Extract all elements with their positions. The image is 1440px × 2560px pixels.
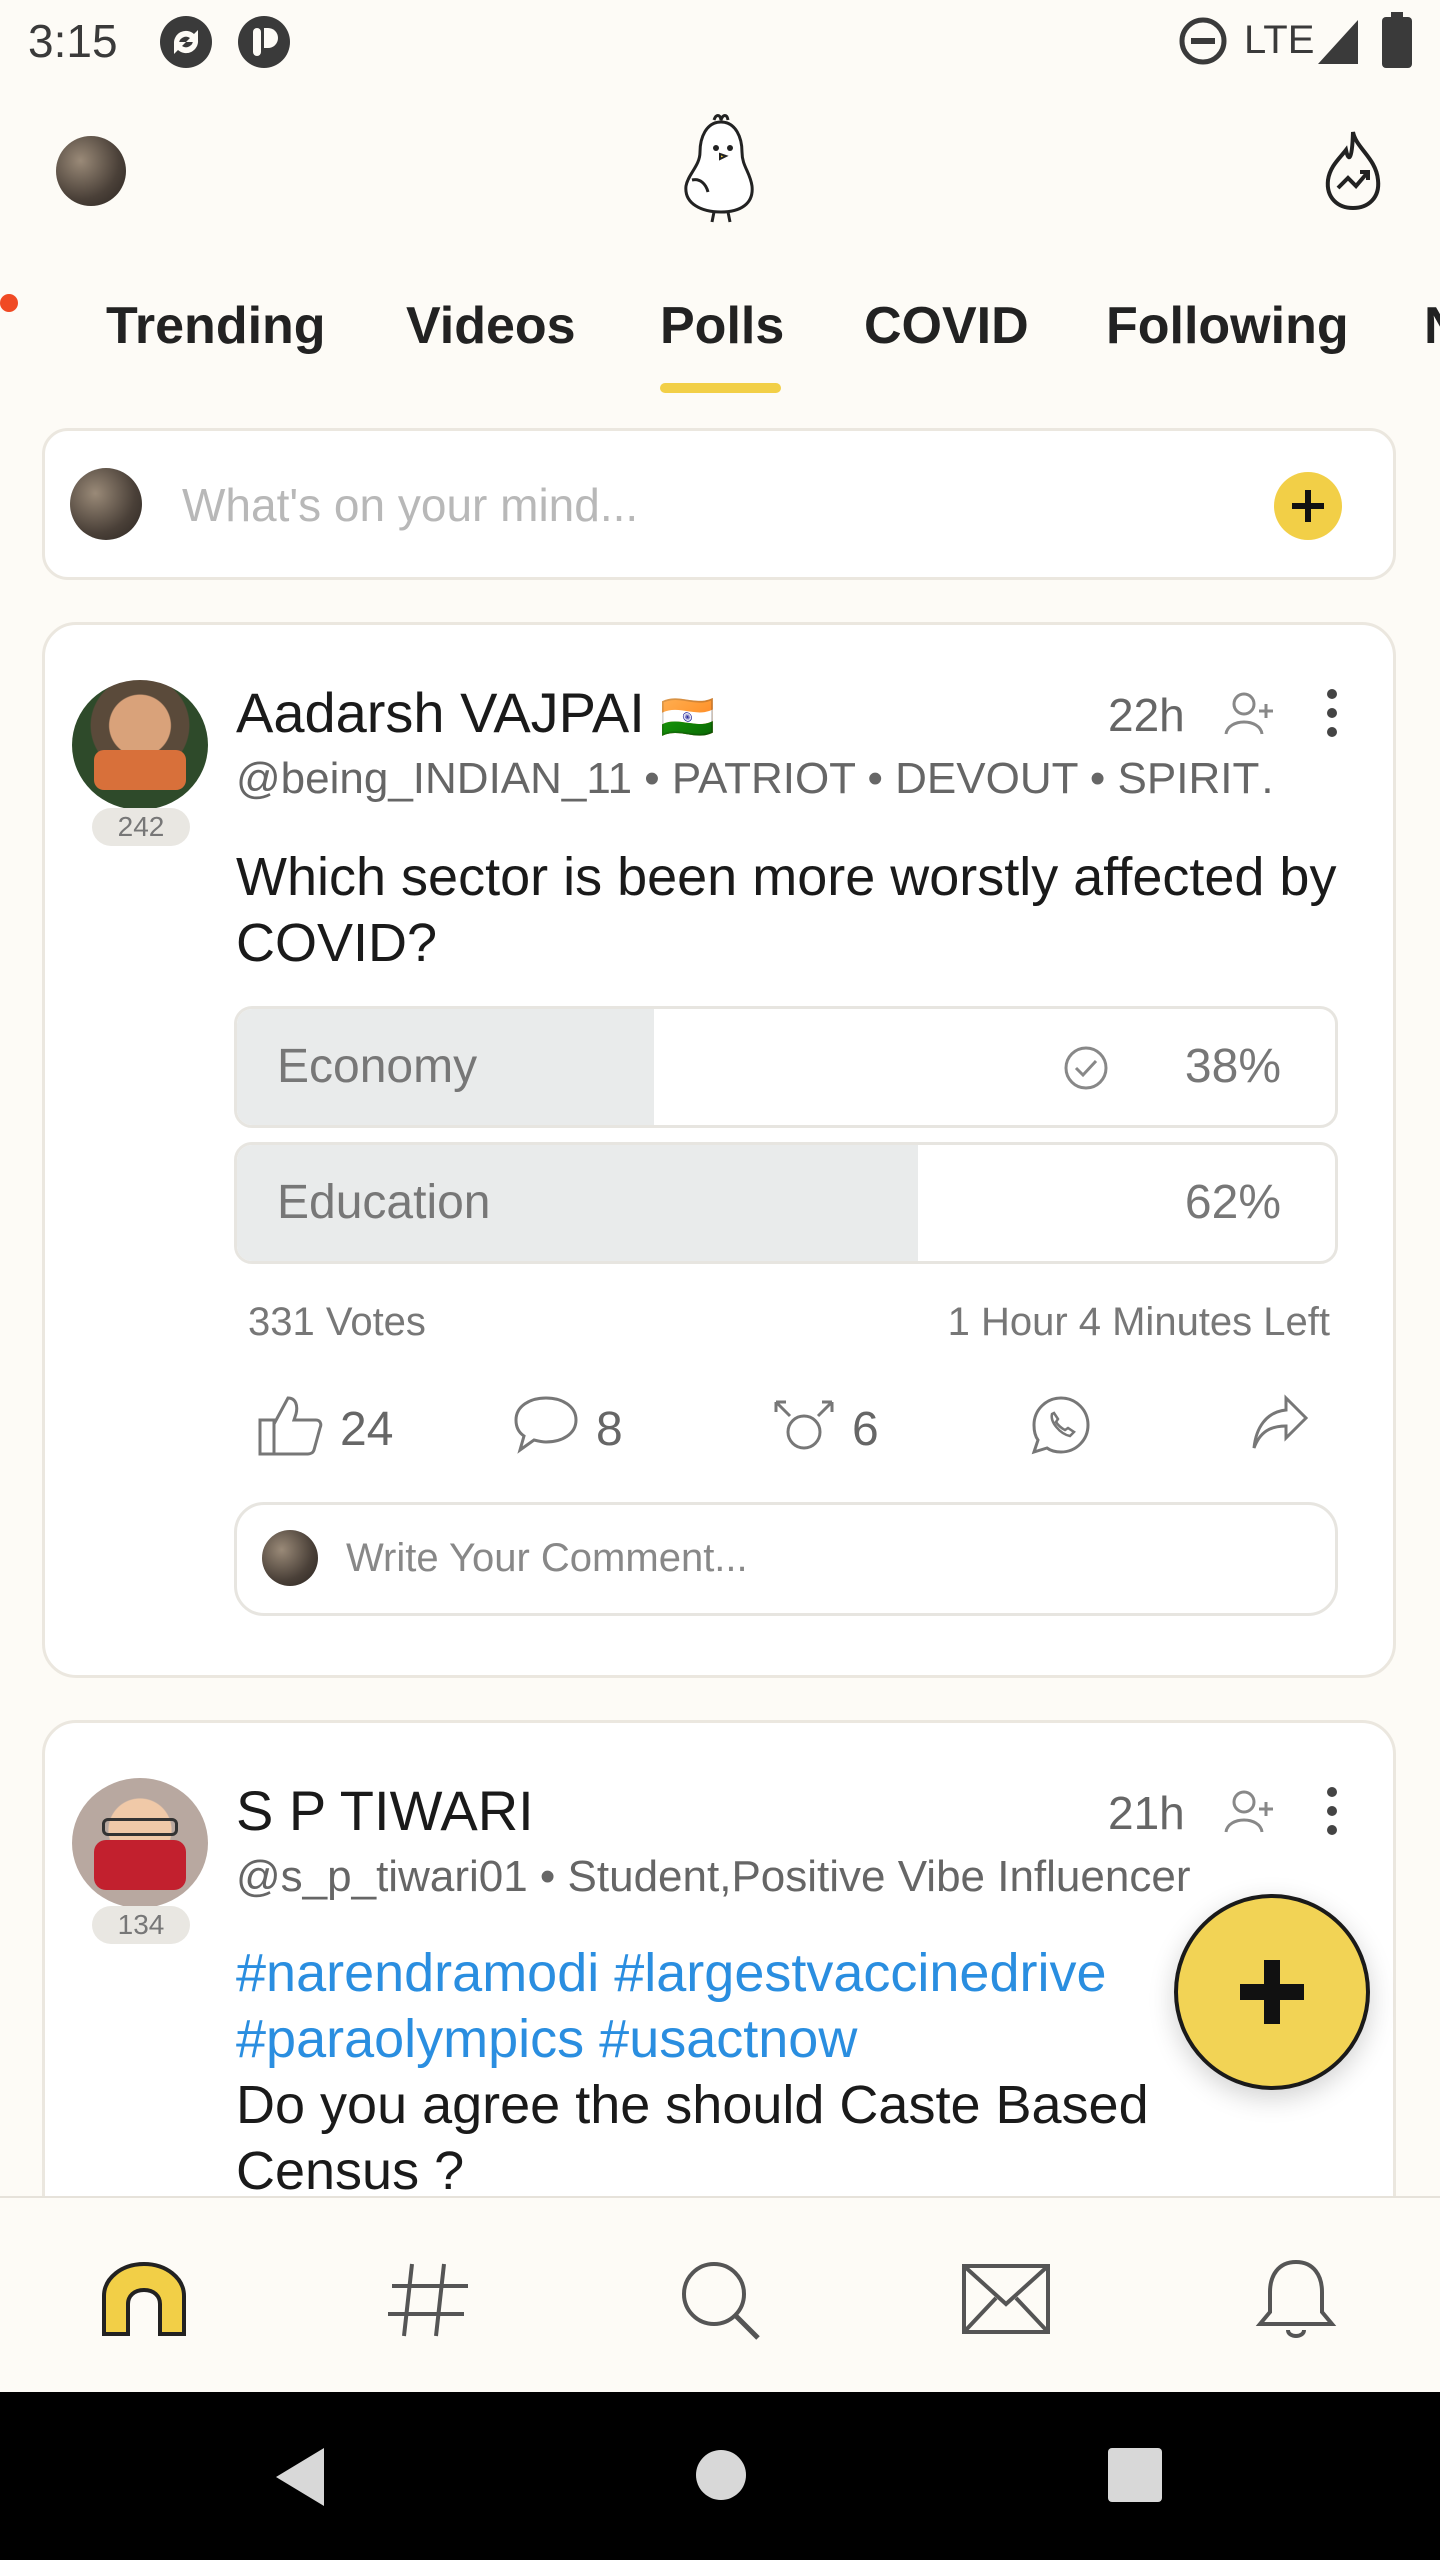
poll-option-economy[interactable]: Economy 38% bbox=[234, 1006, 1338, 1128]
reshares-count: 6 bbox=[852, 1403, 879, 1456]
bell-icon[interactable] bbox=[1248, 2256, 1344, 2342]
share-icon[interactable] bbox=[1250, 1394, 1310, 1452]
status-time: 3:15 bbox=[28, 15, 118, 67]
comments-count: 8 bbox=[596, 1403, 623, 1456]
home-icon[interactable] bbox=[96, 2256, 192, 2342]
poll-question: Which sector is been more worstly affect… bbox=[236, 847, 1337, 973]
plus-icon bbox=[1240, 1960, 1304, 2024]
composer-input[interactable]: What's on your mind... bbox=[182, 478, 638, 532]
tab-covid[interactable]: COVID bbox=[864, 296, 1029, 356]
network-label: LTE bbox=[1244, 18, 1315, 62]
comment-avatar bbox=[262, 1530, 318, 1586]
tab-trending[interactable]: Trending bbox=[106, 296, 326, 356]
hashtag-icon[interactable] bbox=[382, 2256, 478, 2342]
comment-icon[interactable] bbox=[512, 1394, 580, 1456]
sync-icon bbox=[160, 16, 212, 68]
thumbs-up-icon[interactable] bbox=[256, 1394, 324, 1458]
author-meta: @s_p_tiwari01 • Student,Positive Vibe In… bbox=[236, 1852, 1191, 1901]
profile-avatar[interactable] bbox=[56, 136, 126, 206]
tab-following[interactable]: Following bbox=[1106, 296, 1349, 356]
tab-active-underline bbox=[660, 383, 781, 393]
author-avatar[interactable] bbox=[72, 1778, 208, 1908]
signal-icon bbox=[1318, 20, 1358, 64]
post-time: 22h bbox=[1108, 689, 1185, 741]
recents-icon[interactable] bbox=[1108, 2448, 1162, 2502]
check-circle-icon bbox=[1064, 1046, 1108, 1090]
poll-option-label: Education bbox=[277, 1176, 491, 1229]
author-name-text: Aadarsh VAJPAI bbox=[236, 681, 645, 744]
add-user-icon[interactable] bbox=[1222, 688, 1276, 738]
follower-badge: 242 bbox=[92, 808, 190, 846]
mail-icon[interactable] bbox=[958, 2256, 1054, 2342]
author-name[interactable]: Aadarsh VAJPAI 🇮🇳 bbox=[236, 680, 715, 745]
reshare-icon[interactable] bbox=[770, 1396, 838, 1454]
more-vert-icon[interactable] bbox=[1318, 688, 1346, 738]
composer-avatar bbox=[70, 468, 142, 540]
post-body: Do you agree the should Caste Based Cens… bbox=[236, 2075, 1149, 2201]
dnd-icon bbox=[1179, 17, 1227, 65]
koo-bird-logo[interactable] bbox=[676, 112, 766, 224]
hashtags-line[interactable]: #paraolympics #usactnow bbox=[236, 2006, 857, 2072]
poll-option-label: Economy bbox=[277, 1040, 478, 1093]
poll-votes: 331 Votes bbox=[248, 1300, 426, 1344]
poll-option-percent: 62% bbox=[1184, 1176, 1281, 1229]
flag-icon: 🇮🇳 bbox=[660, 693, 716, 742]
whatsapp-icon[interactable] bbox=[1030, 1394, 1092, 1456]
tab-next[interactable]: N bbox=[1424, 296, 1440, 356]
plus-icon bbox=[1292, 490, 1324, 522]
app-notification-icon bbox=[238, 16, 290, 68]
create-post-fab[interactable] bbox=[1174, 1894, 1370, 2090]
poll-option-percent: 38% bbox=[1184, 1040, 1281, 1093]
author-meta: @being_INDIAN_11 • PATRIOT • DEVOUT • SP… bbox=[236, 754, 1276, 803]
search-icon[interactable] bbox=[672, 2256, 768, 2342]
trending-flame-icon[interactable] bbox=[1322, 128, 1384, 212]
likes-count: 24 bbox=[340, 1403, 394, 1456]
poll-option-education[interactable]: Education 62% bbox=[234, 1142, 1338, 1264]
follower-badge: 134 bbox=[92, 1906, 190, 1944]
hashtags-line[interactable]: #narendramodi #largestvaccinedrive bbox=[236, 1940, 1107, 2006]
tab-polls[interactable]: Polls bbox=[660, 296, 784, 356]
comment-input[interactable]: Write Your Comment... bbox=[346, 1536, 748, 1581]
poll-time-left: 1 Hour 4 Minutes Left bbox=[947, 1300, 1330, 1344]
tab-indicator-dot bbox=[0, 294, 18, 312]
post-time: 21h bbox=[1108, 1787, 1185, 1839]
composer-add-button[interactable] bbox=[1274, 472, 1342, 540]
author-avatar[interactable] bbox=[72, 680, 208, 810]
battery-icon bbox=[1382, 12, 1412, 68]
add-user-icon[interactable] bbox=[1222, 1786, 1276, 1836]
tab-videos[interactable]: Videos bbox=[406, 296, 576, 356]
home-button-icon[interactable] bbox=[694, 2448, 748, 2502]
author-name[interactable]: S P TIWARI bbox=[236, 1778, 534, 1843]
back-icon[interactable] bbox=[272, 2446, 328, 2508]
more-vert-icon[interactable] bbox=[1318, 1786, 1346, 1836]
